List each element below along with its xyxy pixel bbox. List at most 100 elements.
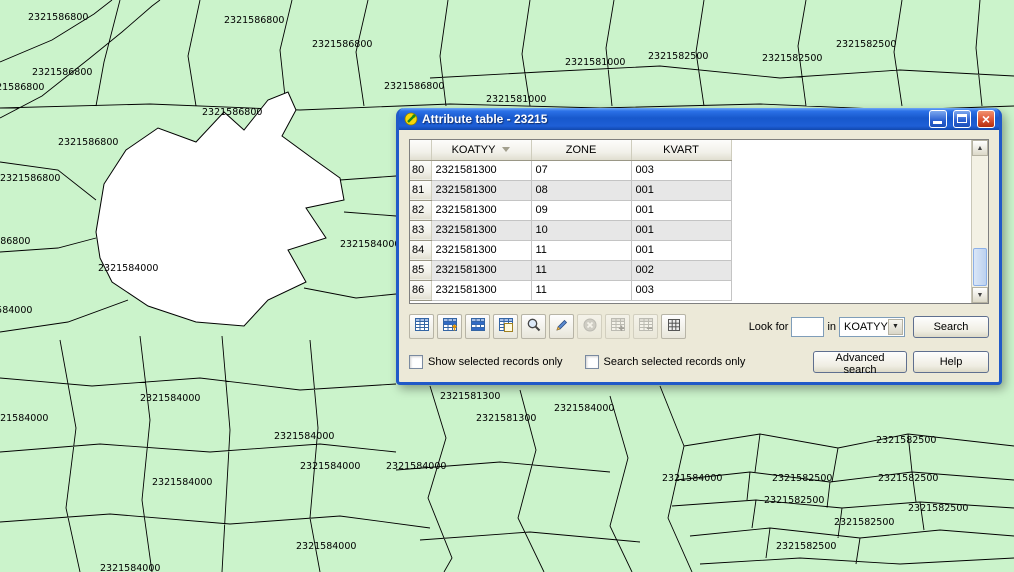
advanced-search-button[interactable]: Advanced search — [813, 351, 907, 373]
cell-zone[interactable]: 08 — [531, 180, 631, 200]
delete-selected-button — [577, 314, 602, 339]
table-row[interactable]: 82232158130009001 — [410, 200, 731, 220]
row-number[interactable]: 80 — [410, 160, 431, 180]
field-select-value: KOATYY — [844, 321, 888, 333]
cell-kvart[interactable]: 003 — [631, 160, 731, 180]
cell-koatyy[interactable]: 2321581300 — [431, 180, 531, 200]
move-selection-to-top-icon — [442, 317, 458, 336]
zoom-to-selected-button[interactable] — [521, 314, 546, 339]
map-parcel-label: 2321584000 — [300, 461, 360, 472]
copy-selected-rows-button[interactable] — [493, 314, 518, 339]
map-parcel-label: 2321582500 — [648, 51, 708, 62]
map-parcel-label: 2321584000 — [296, 541, 356, 552]
cell-kvart[interactable]: 001 — [631, 200, 731, 220]
cell-zone[interactable]: 07 — [531, 160, 631, 180]
map-parcel-label: 2321584000 — [340, 239, 400, 250]
field-select[interactable]: KOATYY — [839, 317, 905, 337]
attribute-table: KOATYYZONEKVART 802321581300070038123215… — [409, 139, 989, 304]
cell-koatyy[interactable]: 2321581300 — [431, 280, 531, 300]
show-selected-checkbox[interactable]: Show selected records only — [409, 355, 563, 369]
column-header-kvart[interactable]: KVART — [631, 140, 731, 160]
checkbox-icon[interactable] — [409, 355, 423, 369]
cell-kvart[interactable]: 003 — [631, 280, 731, 300]
scroll-up-icon[interactable] — [972, 140, 988, 156]
map-parcel-label: 2321584000 — [98, 263, 158, 274]
field-calculator-button[interactable] — [661, 314, 686, 339]
options-row: Show selected records only Search select… — [409, 351, 989, 373]
cell-kvart[interactable]: 001 — [631, 240, 731, 260]
map-parcel-label: 2321582500 — [908, 503, 968, 514]
cell-kvart[interactable]: 001 — [631, 180, 731, 200]
map-parcel-label: 2321584000 — [662, 473, 722, 484]
cell-zone[interactable]: 11 — [531, 280, 631, 300]
cell-koatyy[interactable]: 2321581300 — [431, 220, 531, 240]
minimize-button[interactable] — [929, 110, 947, 128]
scrollbar-thumb[interactable] — [973, 248, 987, 286]
move-selection-to-top-button[interactable] — [437, 314, 462, 339]
row-number[interactable]: 84 — [410, 240, 431, 260]
cell-zone[interactable]: 09 — [531, 200, 631, 220]
table-row[interactable]: 81232158130008001 — [410, 180, 731, 200]
row-number[interactable]: 83 — [410, 220, 431, 240]
map-parcel-label: 2321584000 — [386, 461, 446, 472]
help-button[interactable]: Help — [913, 351, 989, 373]
new-column-icon — [610, 317, 626, 336]
row-number[interactable]: 81 — [410, 180, 431, 200]
invert-selection-button[interactable] — [465, 314, 490, 339]
cell-koatyy[interactable]: 2321581300 — [431, 200, 531, 220]
titlebar[interactable]: Attribute table - 23215 — [399, 108, 999, 130]
row-number[interactable]: 85 — [410, 260, 431, 280]
column-header-zone[interactable]: ZONE — [531, 140, 631, 160]
cell-koatyy[interactable]: 2321581300 — [431, 160, 531, 180]
maximize-button[interactable] — [953, 110, 971, 128]
table-row[interactable]: 84232158130011001 — [410, 240, 731, 260]
table-row[interactable]: 80232158130007003 — [410, 160, 731, 180]
map-parcel-label: 2321584000 — [274, 431, 334, 442]
map-parcel-label: 2321582500 — [776, 541, 836, 552]
look-for-input[interactable] — [791, 317, 824, 337]
scroll-down-icon[interactable] — [972, 287, 988, 303]
map-parcel-label: 2321586800 — [28, 12, 88, 23]
cell-kvart[interactable]: 001 — [631, 220, 731, 240]
map-parcel-label: 2321584000 — [554, 403, 614, 414]
row-number[interactable]: 82 — [410, 200, 431, 220]
map-parcel-label: 2321581000 — [486, 94, 546, 105]
cell-zone[interactable]: 11 — [531, 240, 631, 260]
column-header-koatyy[interactable]: KOATYY — [431, 140, 531, 160]
row-number[interactable]: 86 — [410, 280, 431, 300]
table-row[interactable]: 85232158130011002 — [410, 260, 731, 280]
search-selected-label: Search selected records only — [604, 356, 746, 368]
search-button[interactable]: Search — [913, 316, 989, 338]
map-parcel-label: 2321584000 — [0, 413, 48, 424]
show-selected-label: Show selected records only — [428, 356, 563, 368]
map-parcel-label: 2321581300 — [476, 413, 536, 424]
map-parcel-label: 2321586800 — [0, 173, 60, 184]
cell-koatyy[interactable]: 2321581300 — [431, 240, 531, 260]
table-row[interactable]: 86232158130011003 — [410, 280, 731, 300]
new-column-button — [605, 314, 630, 339]
map-parcel-label: 2321584000 — [140, 393, 200, 404]
cell-zone[interactable]: 10 — [531, 220, 631, 240]
table-row[interactable]: 83232158130010001 — [410, 220, 731, 240]
unselect-all-button[interactable] — [409, 314, 434, 339]
map-parcel-label: 2321582500 — [834, 517, 894, 528]
close-button[interactable] — [977, 110, 995, 128]
copy-selected-rows-icon — [498, 317, 514, 336]
checkbox-icon[interactable] — [585, 355, 599, 369]
cell-kvart[interactable]: 002 — [631, 260, 731, 280]
toggle-editing-button[interactable] — [549, 314, 574, 339]
chevron-down-icon[interactable] — [888, 319, 903, 335]
vertical-scrollbar[interactable] — [971, 140, 988, 303]
map-parcel-label: 2321584000 — [152, 477, 212, 488]
map-parcel-label: 2321581300 — [440, 391, 500, 402]
cell-koatyy[interactable]: 2321581300 — [431, 260, 531, 280]
map-parcel-label: 2321586800 — [0, 236, 30, 247]
qgis-icon — [403, 112, 418, 127]
delete-column-button — [633, 314, 658, 339]
scrollbar-track[interactable] — [972, 156, 988, 287]
search-selected-checkbox[interactable]: Search selected records only — [585, 355, 746, 369]
cell-zone[interactable]: 11 — [531, 260, 631, 280]
screen: 2321586800 2321586800 2321586800 2321581000… — [0, 0, 1014, 572]
table-toolbar: Look for in KOATYY Search — [409, 314, 989, 339]
map-parcel-label: 2321586800 — [224, 15, 284, 26]
